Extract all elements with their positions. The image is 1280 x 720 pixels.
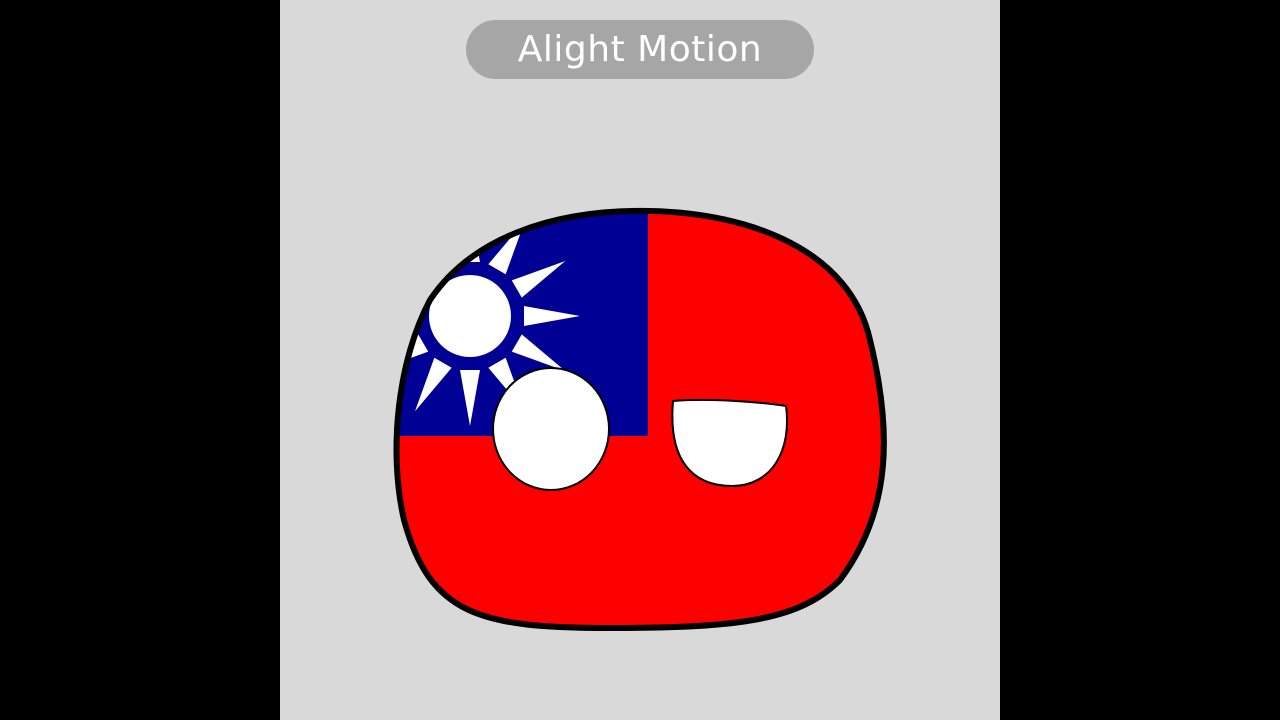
countryball-flag-fill [396, 210, 884, 628]
left-eye [492, 367, 610, 491]
video-canvas: Alight Motion [280, 0, 1000, 720]
video-frame: Alight Motion [0, 0, 1280, 720]
countryball-illustration [393, 207, 887, 631]
